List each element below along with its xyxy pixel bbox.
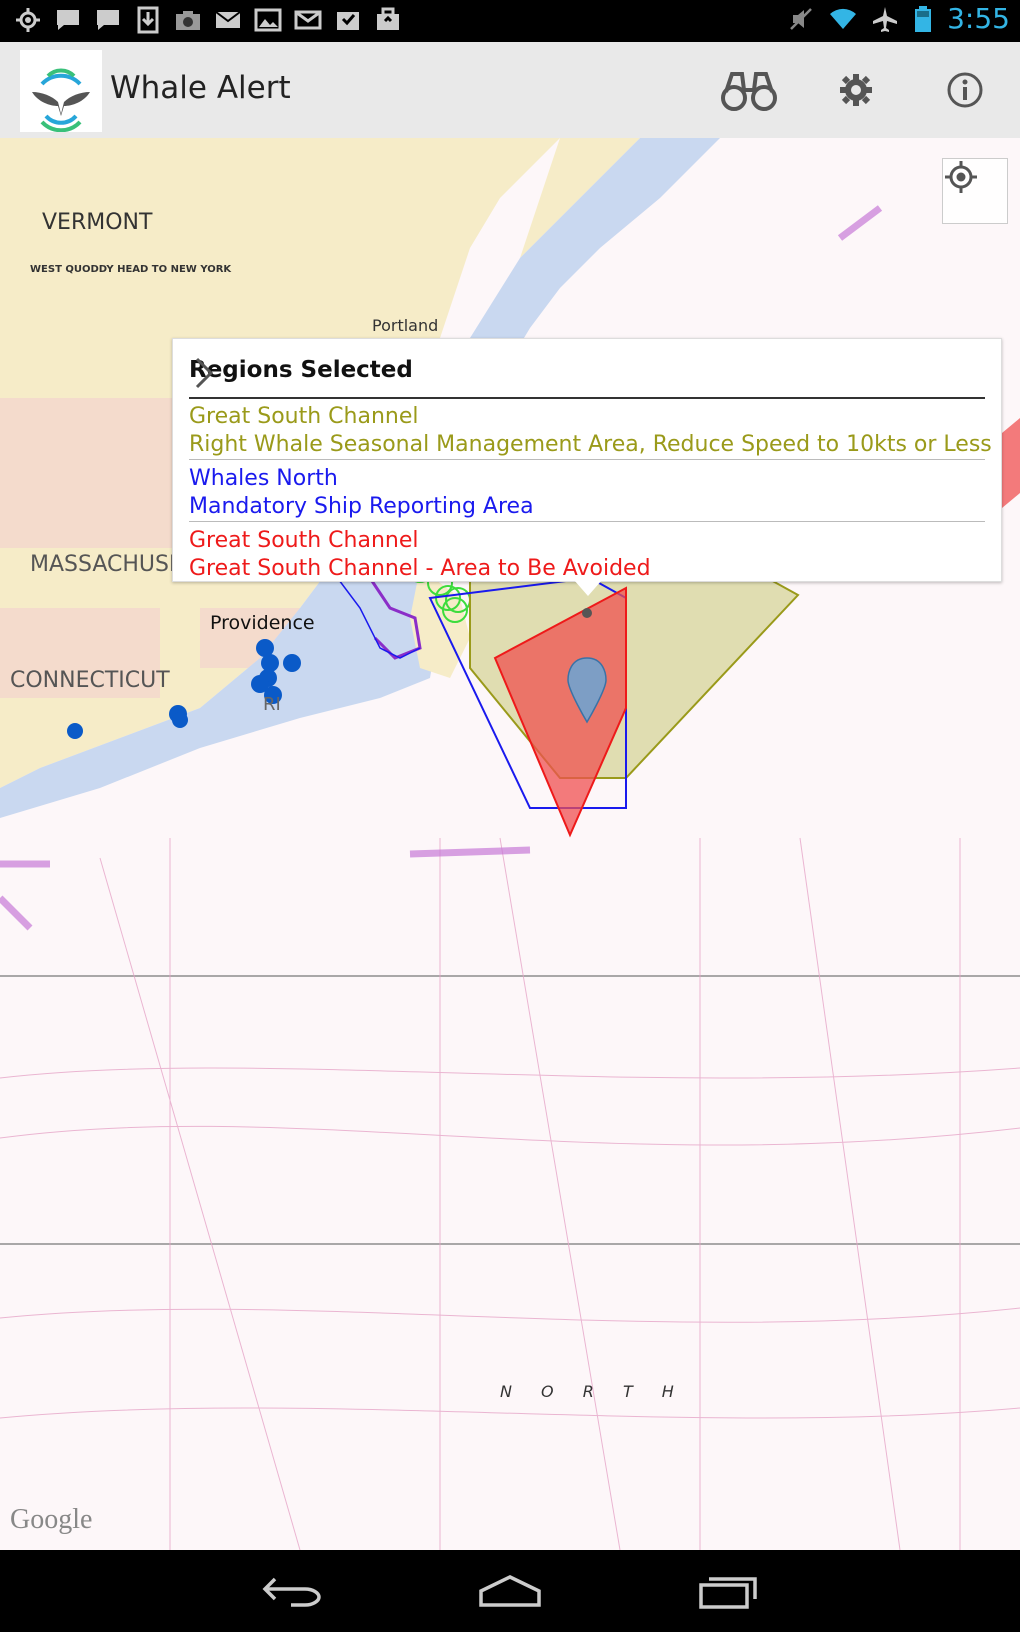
inbox-icon [337, 12, 359, 30]
popup-header[interactable]: Regions Selected [189, 353, 985, 399]
clock: 3:55 [947, 2, 1010, 35]
region-item[interactable]: Whales North Mandatory Ship Reporting Ar… [189, 465, 985, 521]
chart-title: WEST QUODDY HEAD TO NEW YORK [30, 264, 232, 275]
gmail-icon [294, 10, 322, 30]
map-label-connecticut: CONNECTICUT [10, 668, 170, 693]
info-icon[interactable] [935, 60, 995, 120]
download-icon [137, 6, 159, 34]
image-icon [254, 8, 282, 32]
chat-icon [97, 10, 119, 30]
nautical-chart-map[interactable]: VERMONT WEST QUODDY HEAD TO NEW YORK Por… [0, 138, 1020, 1550]
app-title: Whale Alert [110, 70, 291, 106]
gps-icon [16, 8, 40, 32]
chevron-right-icon[interactable] [189, 353, 219, 393]
action-bar: Whale Alert [0, 42, 1020, 139]
airplane-icon [873, 6, 898, 32]
map-label-north: N O R T H [500, 1382, 686, 1401]
crosshair-icon [945, 161, 977, 193]
home-icon[interactable] [465, 1564, 555, 1618]
system-status: 3:55 [787, 2, 1010, 35]
regions-popup[interactable]: Regions Selected Great South Channel Rig… [172, 338, 1002, 582]
map-label-portland: Portland [372, 316, 439, 335]
recent-apps-icon[interactable] [683, 1564, 773, 1618]
divider [189, 521, 985, 522]
region-name: Great South Channel [189, 404, 419, 429]
back-icon[interactable] [247, 1564, 337, 1618]
region-name: Whales North [189, 466, 338, 491]
region-description: Right Whale Seasonal Management Area, Re… [189, 432, 992, 457]
briefcase-icon [377, 7, 399, 30]
region-description: Great South Channel - Area to Be Avoided [189, 556, 651, 581]
region-name: Great South Channel [189, 528, 419, 553]
map-label-vermont: VERMONT [42, 210, 153, 235]
popup-pointer [574, 580, 602, 596]
region-item[interactable]: Great South Channel Great South Channel … [189, 527, 985, 583]
notification-icons [14, 6, 402, 34]
battery-icon [915, 5, 932, 32]
binoculars-icon[interactable] [718, 60, 780, 120]
chat-icon [57, 10, 79, 30]
region-description: Mandatory Ship Reporting Area [189, 494, 534, 519]
map-label-providence: Providence [210, 612, 315, 634]
status-bar: 3:55 [0, 0, 1020, 42]
divider [189, 459, 985, 460]
region-item[interactable]: Great South Channel Right Whale Seasonal… [189, 403, 992, 459]
settings-icon[interactable] [826, 60, 886, 120]
camera-icon [176, 11, 200, 30]
mute-icon [790, 7, 812, 30]
popup-title: Regions Selected [189, 357, 413, 383]
mail-icon [215, 11, 241, 28]
wifi-icon [830, 8, 857, 29]
google-attribution: Google [10, 1504, 93, 1535]
map-label-ri: RI [263, 694, 281, 715]
whale-tail-logo-icon[interactable] [20, 50, 102, 133]
navigation-bar [0, 1550, 1020, 1632]
my-location-button[interactable] [942, 158, 1008, 224]
